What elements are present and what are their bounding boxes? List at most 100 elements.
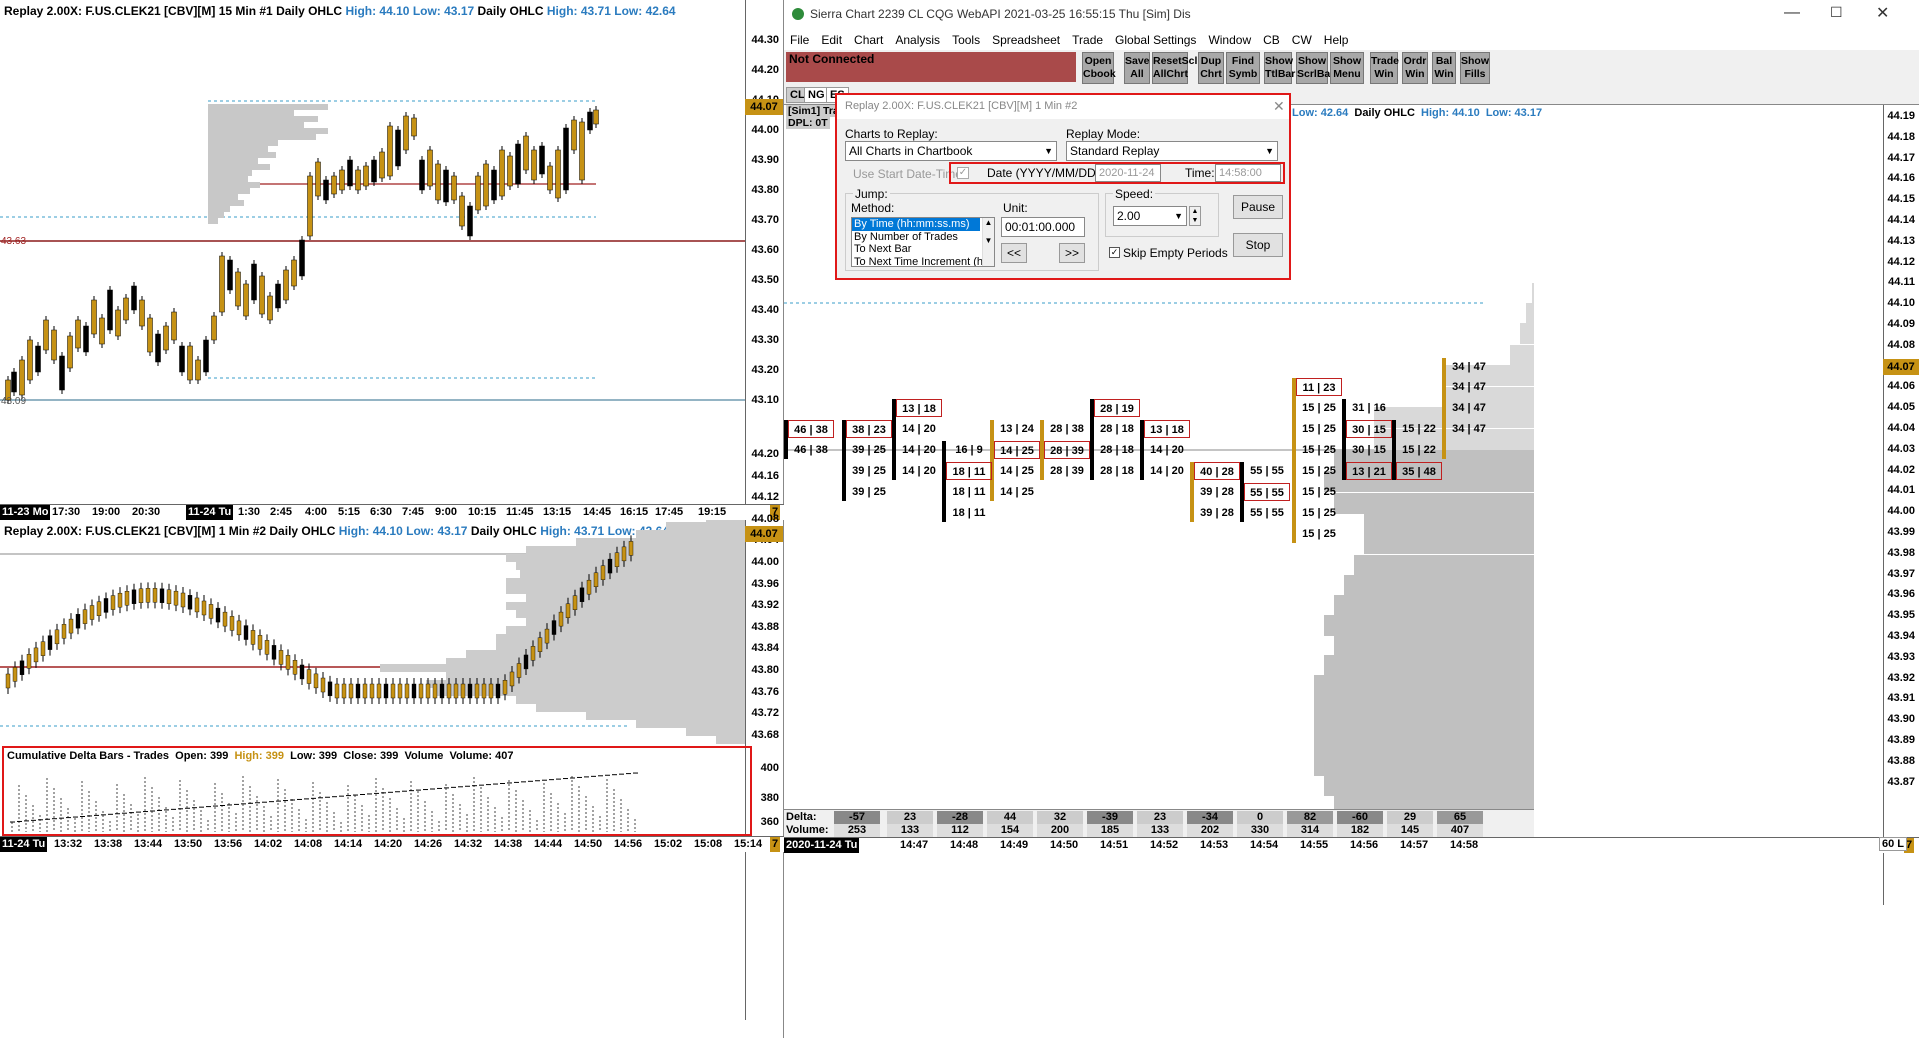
toolbar-button-show-scrlbar[interactable]: Show ScrlBar (1296, 52, 1334, 84)
volume-value: 133 (887, 824, 933, 837)
date-input[interactable]: 2020-11-24 (1095, 164, 1161, 182)
candle-body (547, 165, 553, 191)
chart3-y-axis[interactable]: 44.19 44.18 44.17 44.16 44.15 44.14 44.13 44.12… (1883, 105, 1919, 905)
toolbar-button-find-symb[interactable]: Find Symb (1226, 52, 1260, 84)
menu-window[interactable]: Window (1208, 33, 1251, 47)
method-option[interactable]: By Number of Trades (852, 231, 994, 244)
menu-edit[interactable]: Edit (821, 33, 842, 47)
y-tick-label: 44.09 (1887, 318, 1915, 330)
profile-bar (1520, 323, 1534, 344)
toolbar-button-line2: Win (1434, 68, 1454, 80)
menu-spreadsheet[interactable]: Spreadsheet (992, 33, 1060, 47)
jump-back-button[interactable]: << (1001, 243, 1027, 263)
cumulative-delta-study[interactable]: Cumulative Delta Bars - Trades Open: 399… (2, 746, 752, 836)
toolbar-button-line1: Show (1333, 55, 1361, 67)
toolbar-button-line2: Chrt (1200, 68, 1222, 80)
toolbar-button-show-fills[interactable]: Show Fills (1460, 52, 1490, 84)
method-option[interactable]: To Next Time Increment (h (852, 256, 994, 267)
study-volume-label: Volume (404, 750, 444, 762)
toolbar: Not Connected Open Cbook Save All ResetScl Al… (784, 50, 1919, 86)
window-titlebar[interactable]: Sierra Chart 2239 CL CQG WebAPI 2021-03-… (784, 0, 1919, 30)
replay-mode-select[interactable]: Standard Replay ▼ (1066, 141, 1278, 161)
method-option[interactable]: By Time (hh:mm:ss.ms) (852, 218, 980, 231)
candle-body (139, 299, 145, 327)
candle-body (628, 541, 634, 556)
time-input[interactable]: 14:58:00 (1215, 164, 1281, 182)
menu-trade[interactable]: Trade (1072, 33, 1103, 47)
candle-body (483, 163, 489, 207)
menu-cb[interactable]: CB (1263, 33, 1280, 47)
candle-body (419, 159, 425, 191)
replay-mode-value: Standard Replay (1070, 144, 1160, 158)
chart3-x-axis[interactable]: 2020-11-24 Tu 7 14:47 14:48 14:49 14:50 14:5… (784, 837, 1919, 853)
candle-body (26, 654, 32, 669)
chart1-x-axis[interactable]: 11-23 Mo 11-24 Tu 7 17:30 19:00 20:30 1:30 2… (0, 504, 784, 520)
skip-empty-checkbox[interactable]: ✓ (1109, 247, 1120, 258)
toolbar-button-save-all[interactable]: Save All (1124, 52, 1150, 84)
toolbar-button-show-ttlbar[interactable]: Show TtlBar (1264, 52, 1295, 84)
jump-method-list[interactable]: By Time (hh:mm:ss.ms) By Number of Trade… (851, 217, 995, 267)
footprint-cell: 28 | 39 (1050, 465, 1084, 477)
chart2-x-axis[interactable]: 11-24 Tu 7 13:32 13:38 13:44 13:50 13:56 14:0… (0, 836, 784, 852)
toolbar-button-trade-win[interactable]: Trade Win (1370, 52, 1399, 84)
minimize-icon[interactable]: — (1784, 4, 1800, 22)
footprint-cell: 18 | 11 (952, 507, 986, 519)
pause-button[interactable]: Pause (1233, 195, 1283, 219)
chart3-low: Low: 42.64 (1292, 107, 1349, 119)
method-option[interactable]: To Next Bar (852, 243, 994, 256)
profile-bar (1314, 675, 1534, 696)
candle-body (571, 119, 577, 151)
candle-body (467, 205, 473, 237)
candle-body (267, 295, 273, 321)
toolbar-button-ordr-win[interactable]: Ordr Win (1402, 52, 1428, 84)
candle-body (515, 143, 521, 185)
menu-tools[interactable]: Tools (952, 33, 980, 47)
chart1-y-axis[interactable]: 44.3044.2044.1044.0043.9043.8043.7043.60… (745, 0, 783, 505)
dialog-close-icon[interactable]: ✕ (1273, 98, 1285, 115)
menu-analysis[interactable]: Analysis (895, 33, 940, 47)
profile-bar (208, 176, 248, 182)
list-scrollbar[interactable]: ▲ ▼ (982, 218, 994, 266)
candle-body (565, 603, 571, 619)
candle-body (523, 654, 529, 670)
toolbar-button-line1: Show (1298, 55, 1326, 67)
maximize-icon[interactable]: ☐ (1830, 4, 1843, 21)
menu-file[interactable]: File (790, 33, 809, 47)
speed-select[interactable]: 2.00 ▼ (1113, 206, 1187, 226)
chart-1min[interactable]: Replay 2.00X: F.US.CLEK21 [CBV][M] 1 Min… (0, 448, 784, 1038)
close-icon[interactable]: ✕ (1876, 3, 1889, 23)
profile-bar (706, 520, 746, 522)
toolbar-button-show-menu[interactable]: Show Menu (1330, 52, 1364, 84)
footprint-cell: 28 | 38 (1050, 423, 1084, 435)
dialog-titlebar[interactable]: Replay 2.00X: F.US.CLEK21 [CBV][M] 1 Min… (837, 95, 1289, 119)
menu-global-settings[interactable]: Global Settings (1115, 33, 1196, 47)
menu-cw[interactable]: CW (1292, 33, 1312, 47)
menu-help[interactable]: Help (1324, 33, 1349, 47)
toolbar-button-bal-win[interactable]: Bal Win (1432, 52, 1456, 84)
candle-body (12, 667, 18, 682)
candle-body (427, 149, 433, 187)
unit-input[interactable]: 00:01:00.000 (1001, 217, 1085, 237)
candle-body (203, 339, 209, 373)
tab-ng[interactable]: NG (804, 87, 829, 103)
volume-label: Volume: (786, 824, 829, 836)
toolbar-button-open-cbook[interactable]: Open Cbook (1082, 52, 1116, 84)
toolbar-button-dup-chrt[interactable]: Dup Chrt (1198, 52, 1224, 84)
jump-forward-button[interactable]: >> (1059, 243, 1085, 263)
menu-chart[interactable]: Chart (854, 33, 883, 47)
y-tick-label: 44.05 (1887, 401, 1915, 414)
charts-to-replay-select[interactable]: All Charts in Chartbook ▼ (845, 141, 1057, 161)
study-ytick-380: 380 (760, 792, 779, 804)
chevron-down-icon: ▼ (1044, 146, 1053, 156)
connection-status[interactable]: Not Connected (786, 52, 1076, 82)
delta-label: Delta: (786, 811, 817, 823)
stop-button[interactable]: Stop (1233, 233, 1283, 257)
replay-dialog[interactable]: Replay 2.00X: F.US.CLEK21 [CBV][M] 1 Min… (835, 93, 1291, 280)
speed-spinner[interactable]: ▲ ▼ (1189, 206, 1201, 226)
chart1-plot[interactable] (0, 0, 746, 505)
candle-body (179, 345, 185, 373)
footprint-cell: 34 | 47 (1452, 423, 1486, 435)
chart-15min[interactable]: Replay 2.00X: F.US.CLEK21 [CBV][M] 15 Mi… (0, 0, 784, 520)
x-tick-label: 6:30 (370, 506, 393, 518)
toolbar-button-resetscl-allchrt[interactable]: ResetScl AllChrt (1152, 52, 1197, 84)
